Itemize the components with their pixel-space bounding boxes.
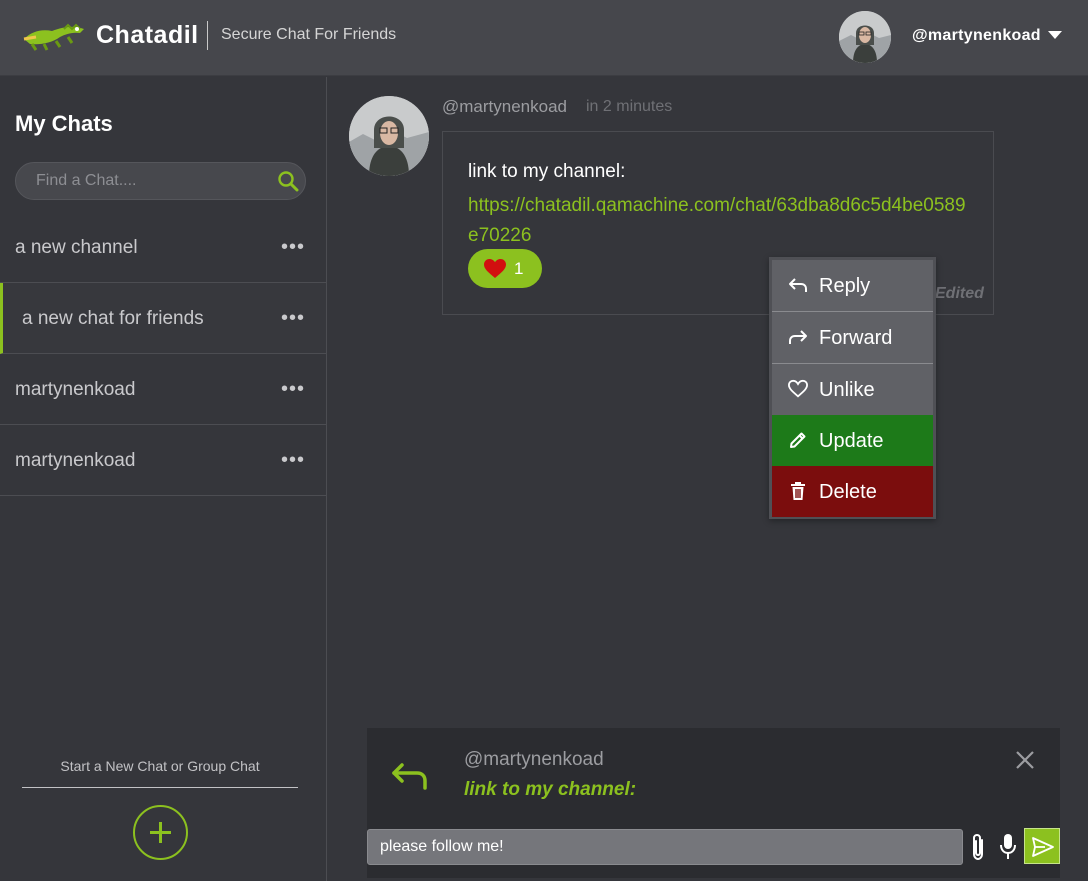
new-chat-label: Start a New Chat or Group Chat [60,758,260,774]
chat-item-active[interactable]: a new chat for friends ••• [0,283,326,354]
menu-item-label: Delete [819,481,877,503]
brand-name: Chatadil [96,21,199,49]
menu-item-label: Forward [819,327,893,349]
sidebar-title: My Chats [15,111,113,136]
user-avatar[interactable] [839,11,891,63]
menu-item-reply[interactable]: Reply [772,260,933,311]
search-input[interactable] [36,172,266,190]
reaction-count: 1 [514,259,524,278]
message-context-menu: Reply Forward Unlike Update Delete [769,257,936,519]
more-options-icon[interactable]: ••• [281,449,305,472]
reply-preview-text: link to my channel: [464,779,637,800]
close-icon[interactable] [1015,750,1035,770]
more-options-icon[interactable]: ••• [281,307,305,330]
more-options-icon[interactable]: ••• [281,236,305,259]
menu-item-forward[interactable]: Forward [772,312,933,363]
chat-area: @martynenkoad in 2 minutes link to my ch… [328,77,1088,881]
edited-label: Edited [935,285,984,302]
message-composer [367,828,1060,878]
reply-icon [789,278,807,292]
pencil-icon [790,432,806,448]
brand-divider [207,21,208,50]
menu-item-update[interactable]: Update [772,415,933,466]
menu-item-label: Reply [819,275,871,297]
message-text: link to my channel: [468,161,626,182]
chat-item[interactable]: martynenkoad ••• [0,425,326,496]
menu-item-label: Unlike [819,379,875,401]
send-button[interactable] [1024,828,1060,864]
chat-list: a new channel ••• a new chat for friends… [0,212,326,496]
chat-item-label: martynenkoad [15,450,136,471]
message-input[interactable] [367,829,963,865]
menu-item-unlike[interactable]: Unlike [772,364,933,415]
heart-icon [484,259,506,278]
crocodile-logo[interactable] [22,17,86,53]
message-link[interactable]: https://chatadil.qamachine.com/chat/63db… [468,191,968,251]
microphone-icon[interactable] [999,833,1017,861]
chat-search [15,162,306,200]
sidebar: My Chats a new channel ••• a new chat fo… [0,77,327,881]
reply-author: @martynenkoad [464,749,604,770]
more-options-icon[interactable]: ••• [281,378,305,401]
tagline: Secure Chat For Friends [221,26,397,43]
divider [22,787,298,788]
chat-item[interactable]: a new channel ••• [0,212,326,283]
chat-item-label: a new chat for friends [22,308,204,329]
forward-icon [789,330,807,344]
like-reaction[interactable]: 1 [468,249,542,288]
reply-arrow-icon [392,763,427,790]
trash-icon [791,482,805,500]
message-author-avatar[interactable] [349,96,429,176]
menu-item-label: Update [819,430,884,452]
heart-outline-icon [788,379,808,398]
chat-item[interactable]: martynenkoad ••• [0,354,326,425]
new-chat-button[interactable] [133,805,188,860]
reply-preview-panel: @martynenkoad link to my channel: [367,728,1060,828]
paperclip-icon[interactable] [969,832,987,862]
menu-item-delete[interactable]: Delete [772,466,933,517]
username-menu[interactable]: @martynenkoad [912,27,1041,45]
send-icon [1032,837,1054,857]
message-author[interactable]: @martynenkoad [442,97,567,117]
chat-item-label: a new channel [15,237,138,258]
chat-item-label: martynenkoad [15,379,136,400]
message-timestamp: in 2 minutes [586,98,673,115]
top-header: Chatadil Secure Chat For Friends @martyn… [0,0,1088,76]
chevron-down-icon[interactable] [1048,31,1062,39]
search-icon[interactable] [277,170,299,192]
